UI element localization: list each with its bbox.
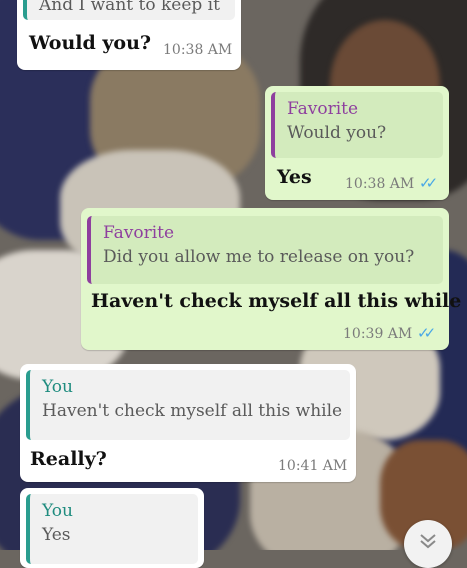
message-time: 10:41 AM bbox=[278, 458, 348, 474]
message-text: Would you? bbox=[29, 32, 152, 54]
quoted-message-text: Would you? bbox=[287, 123, 387, 143]
quoted-sender-name: You bbox=[42, 377, 73, 397]
message-text: Yes bbox=[277, 166, 312, 188]
quoted-message[interactable]: And I want to keep it bbox=[23, 0, 235, 20]
message-time: 10:38 AM bbox=[163, 42, 233, 58]
quoted-message-text: Did you allow me to release on you? bbox=[103, 247, 415, 267]
message-time: 10:38 AM bbox=[345, 176, 415, 192]
message-bubble-incoming[interactable]: You Haven't check myself all this while … bbox=[20, 364, 356, 482]
message-bubble-incoming[interactable]: You Yes bbox=[20, 488, 204, 568]
quoted-message[interactable]: Favorite Would you? bbox=[271, 92, 443, 158]
double-check-icon: ✓✓ bbox=[417, 324, 436, 342]
quoted-message[interactable]: You Yes bbox=[26, 494, 198, 564]
quoted-message-text: Haven't check myself all this while bbox=[42, 401, 343, 421]
quoted-sender-name: You bbox=[42, 501, 73, 521]
quoted-sender-name: Favorite bbox=[287, 99, 359, 119]
double-check-icon: ✓✓ bbox=[419, 174, 438, 192]
quoted-message-text: And I want to keep it bbox=[39, 0, 220, 15]
quoted-message[interactable]: You Haven't check myself all this while bbox=[26, 370, 350, 440]
quoted-sender-name: Favorite bbox=[103, 223, 175, 243]
quoted-message[interactable]: Favorite Did you allow me to release on … bbox=[87, 216, 443, 284]
quoted-message-text: Yes bbox=[42, 525, 71, 545]
message-text: Haven't check myself all this while bbox=[91, 290, 462, 312]
message-bubble-outgoing[interactable]: Favorite Would you? Yes 10:38 AM ✓✓ bbox=[265, 86, 449, 200]
message-bubble-outgoing[interactable]: Favorite Did you allow me to release on … bbox=[81, 208, 461, 350]
scroll-down-button[interactable] bbox=[404, 520, 452, 568]
message-time: 10:39 AM bbox=[343, 326, 413, 342]
chevron-down-icon bbox=[420, 534, 436, 549]
message-text: Really? bbox=[30, 448, 107, 470]
message-bubble-incoming[interactable]: And I want to keep it Would you? 10:38 A… bbox=[17, 0, 241, 70]
